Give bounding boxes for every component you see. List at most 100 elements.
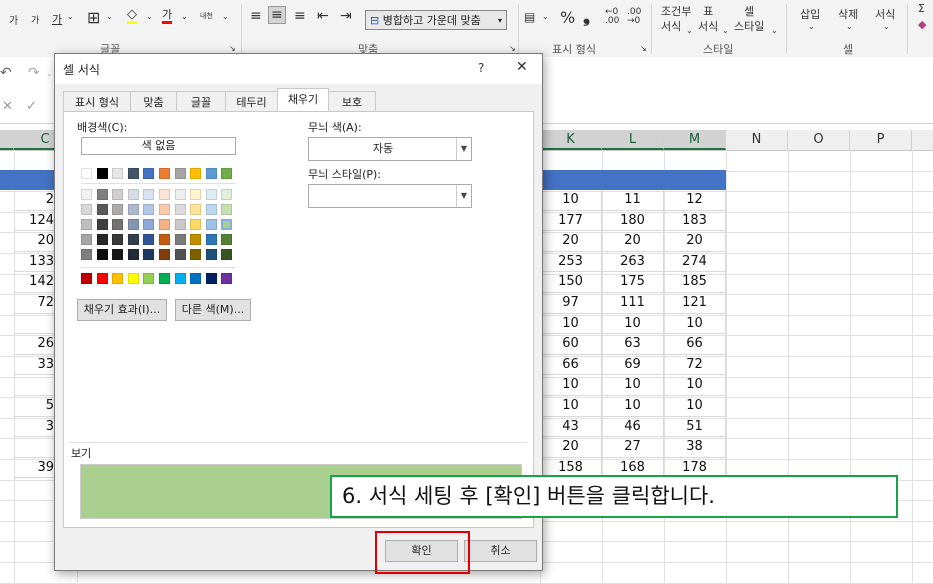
color-swatch[interactable] xyxy=(205,189,217,200)
table-cell[interactable]: 46 xyxy=(602,416,664,438)
color-swatch[interactable] xyxy=(112,189,124,200)
table-cell[interactable]: 10 xyxy=(664,313,726,335)
table-cell[interactable]: 20 xyxy=(664,231,726,252)
color-swatch[interactable] xyxy=(190,234,202,245)
color-swatch[interactable] xyxy=(159,189,170,200)
close-button[interactable]: ✕ xyxy=(516,59,528,75)
color-swatch[interactable] xyxy=(81,219,92,230)
font-increase-button[interactable]: 가 xyxy=(9,12,18,27)
color-swatch[interactable] xyxy=(112,219,124,230)
color-swatch[interactable] xyxy=(205,234,217,245)
column-header-b[interactable] xyxy=(0,130,14,150)
table-cell[interactable]: 20 xyxy=(602,231,664,252)
table-cell[interactable]: 66 xyxy=(540,354,602,376)
color-swatch[interactable] xyxy=(174,204,186,215)
color-swatch[interactable] xyxy=(96,219,108,230)
redo-dropdown-icon[interactable]: ⌄ xyxy=(46,69,53,78)
color-swatch[interactable] xyxy=(112,204,124,215)
tab-alignment[interactable]: 맞춤 xyxy=(130,91,177,112)
delete-button[interactable]: 삭제 xyxy=(838,6,858,22)
table-cell[interactable]: 111 xyxy=(602,293,664,314)
table-cell[interactable]: 51 xyxy=(664,416,726,438)
color-swatch[interactable] xyxy=(81,249,92,260)
color-swatch[interactable] xyxy=(221,168,233,179)
accounting-format-icon[interactable]: ▤ xyxy=(524,10,535,24)
table-cell[interactable]: 177 xyxy=(540,210,602,232)
color-swatch[interactable] xyxy=(127,168,139,179)
sum-icon[interactable]: Σ xyxy=(918,2,925,15)
color-swatch[interactable] xyxy=(96,189,108,200)
format-table-dropdown-icon[interactable]: ⌄ xyxy=(722,26,729,35)
table-cell[interactable]: 63 xyxy=(602,334,664,355)
color-swatch[interactable] xyxy=(190,219,202,230)
table-cell[interactable]: 10 xyxy=(540,190,602,211)
column-header-m[interactable]: M xyxy=(664,130,726,150)
color-swatch[interactable] xyxy=(127,219,139,230)
color-swatch[interactable] xyxy=(96,249,108,260)
clear-icon[interactable]: ◆ xyxy=(918,18,926,31)
table-cell[interactable]: 20 xyxy=(540,437,602,458)
color-swatch[interactable] xyxy=(127,189,139,200)
no-color-button[interactable]: 색 없음 xyxy=(81,137,236,155)
decrease-indent-icon[interactable]: ⇤ xyxy=(317,8,329,24)
color-swatch[interactable] xyxy=(143,219,155,230)
number-dialog-launcher-icon[interactable]: ↘ xyxy=(640,44,647,53)
column-header-p[interactable]: P xyxy=(850,130,912,150)
borders-dropdown-icon[interactable]: ⌄ xyxy=(106,12,113,21)
redo-icon[interactable]: ↷ xyxy=(28,65,40,81)
color-swatch[interactable] xyxy=(159,168,170,179)
color-swatch[interactable] xyxy=(159,249,170,260)
table-cell[interactable]: 12 xyxy=(664,190,726,211)
increase-decimal-icon[interactable]: ←0.00 xyxy=(605,8,619,26)
color-swatch[interactable] xyxy=(174,234,186,245)
color-swatch[interactable] xyxy=(143,204,155,215)
comma-style-button[interactable]: ❟ xyxy=(583,6,590,27)
increase-indent-icon[interactable]: ⇥ xyxy=(340,8,352,24)
color-swatch[interactable] xyxy=(96,204,108,215)
font-dialog-launcher-icon[interactable]: ↘ xyxy=(229,44,236,53)
accounting-dropdown-icon[interactable]: ⌄ xyxy=(542,12,549,21)
table-cell[interactable]: 185 xyxy=(664,272,726,293)
font-decrease-button[interactable]: 가 xyxy=(31,13,39,26)
underline-dropdown-icon[interactable]: ⌄ xyxy=(67,12,74,21)
color-swatch[interactable] xyxy=(221,273,233,284)
table-cell[interactable]: 121 xyxy=(664,293,726,314)
table-cell[interactable]: 60 xyxy=(540,334,602,355)
table-cell[interactable]: 10 xyxy=(540,313,602,335)
color-swatch[interactable] xyxy=(81,204,92,215)
color-swatch[interactable] xyxy=(205,273,217,284)
table-cell[interactable]: 10 xyxy=(602,396,664,417)
borders-icon[interactable]: ⊞ xyxy=(87,8,100,27)
color-swatch[interactable] xyxy=(81,273,92,284)
color-swatch[interactable] xyxy=(81,189,92,200)
color-swatch[interactable] xyxy=(190,168,202,179)
table-cell[interactable]: 72 xyxy=(664,354,726,376)
color-swatch[interactable] xyxy=(159,273,170,284)
color-swatch[interactable] xyxy=(174,189,186,200)
font-color-button[interactable]: 가 xyxy=(162,9,173,24)
percent-style-button[interactable]: % xyxy=(560,8,575,27)
color-swatch[interactable] xyxy=(112,234,124,245)
color-swatch[interactable] xyxy=(96,273,108,284)
fill-color-icon[interactable]: ◇ xyxy=(127,8,137,24)
underline-button[interactable]: 가 xyxy=(52,11,62,27)
table-cell[interactable]: 10 xyxy=(602,375,664,396)
tab-fill[interactable]: 채우기 xyxy=(277,88,329,112)
cancel-button[interactable]: 취소 xyxy=(464,540,537,562)
color-swatch[interactable] xyxy=(143,168,155,179)
color-swatch[interactable] xyxy=(81,168,92,179)
color-swatch[interactable] xyxy=(81,234,92,245)
table-cell[interactable]: 263 xyxy=(602,251,664,273)
table-cell[interactable]: 274 xyxy=(664,251,726,273)
color-swatch[interactable] xyxy=(221,189,233,200)
pattern-color-dropdown[interactable]: 자동 ▼ xyxy=(308,137,472,161)
table-cell[interactable]: 97 xyxy=(540,293,602,314)
table-cell[interactable]: 20 xyxy=(540,231,602,252)
color-swatch[interactable] xyxy=(205,168,217,179)
undo-icon[interactable]: ↶ xyxy=(0,65,12,81)
color-swatch[interactable] xyxy=(221,204,233,215)
color-swatch[interactable] xyxy=(174,168,186,179)
color-swatch[interactable] xyxy=(221,234,233,245)
merge-center-button[interactable]: ⊟ 병합하고 가운데 맞춤 ▾ xyxy=(365,10,507,30)
color-swatch[interactable] xyxy=(143,273,155,284)
